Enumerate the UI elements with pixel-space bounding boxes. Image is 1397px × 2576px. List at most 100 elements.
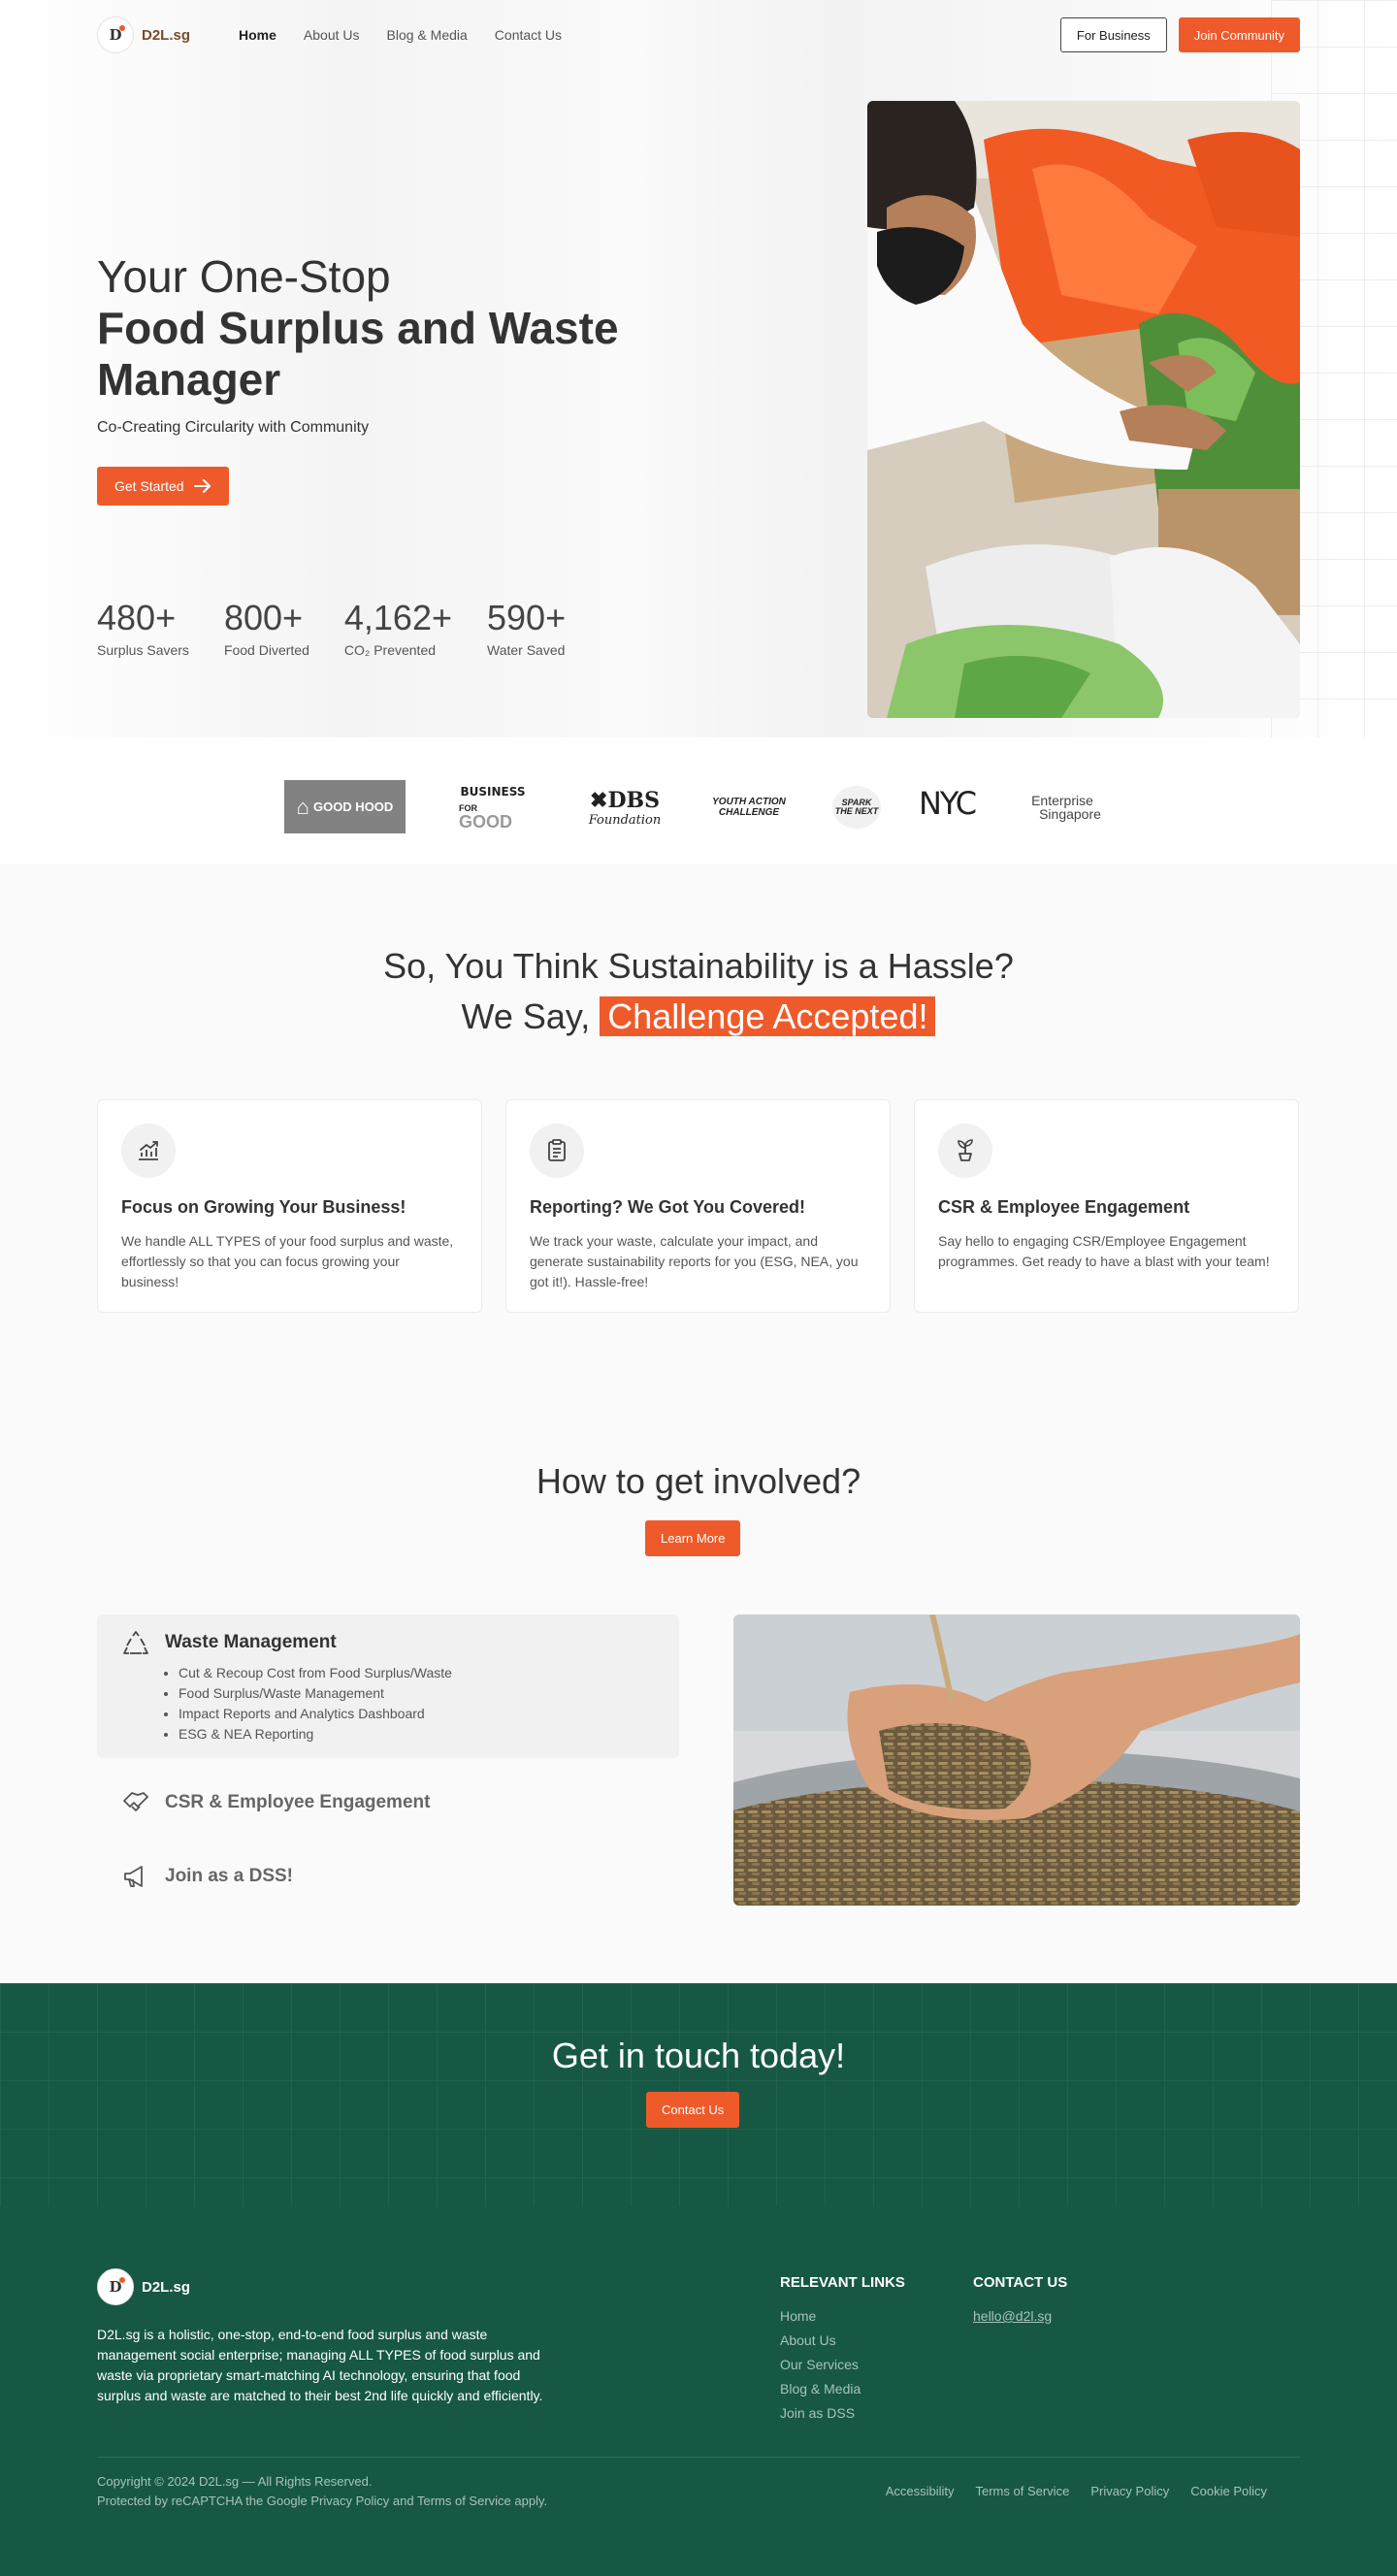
- site-footer: Get in touch today! Contact Us D D2L.sg …: [0, 1983, 1397, 2576]
- challenge-text: CHALLENGE: [718, 807, 780, 818]
- benefit-card: Focus on Growing Your Business! We handl…: [97, 1099, 482, 1313]
- learn-more-button[interactable]: Learn More: [645, 1520, 741, 1556]
- for-business-button[interactable]: For Business: [1059, 17, 1167, 52]
- get-in-touch-heading: Get in touch today!: [551, 2036, 846, 2075]
- footer-link-about[interactable]: About Us: [780, 2329, 905, 2353]
- stat-surplus-savers: 480+ Surplus Savers: [97, 598, 189, 658]
- involved-heading: How to get involved?: [536, 1461, 861, 1501]
- stat-value: 800+: [223, 598, 304, 637]
- legal-link-terms[interactable]: Terms of Service: [976, 2484, 1070, 2498]
- legal-link-cookie[interactable]: Cookie Policy: [1190, 2484, 1267, 2498]
- enterprise-text: Enterprise: [1031, 793, 1093, 808]
- arrow-right-icon: [193, 479, 211, 493]
- nyc-text: NYC: [918, 785, 977, 822]
- footer-logo[interactable]: D D2L.sg: [97, 2268, 190, 2305]
- involvement-title: Join as a DSS!: [165, 1866, 293, 1886]
- relevant-links-column: RELEVANT LINKS Home About Us Our Service…: [780, 2274, 905, 2426]
- challenge-prefix: We Say,: [461, 996, 591, 1036]
- card-description: We handle ALL TYPES of your food surplus…: [121, 1233, 454, 1289]
- stat-label: Water Saved: [487, 642, 566, 658]
- challenge-line2: We Say, Challenge Accepted!: [0, 992, 1397, 1042]
- good-text: GOOD: [459, 811, 513, 831]
- legal-link-privacy[interactable]: Privacy Policy: [1090, 2484, 1169, 2498]
- get-started-label: Get Started: [114, 478, 184, 494]
- legal-link-accessibility[interactable]: Accessibility: [886, 2484, 955, 2498]
- footer-copyright: Copyright © 2024 D2L.sg — All Rights Res…: [97, 2472, 547, 2511]
- partner-logo-goodhood: ⌂ GOOD HOOD: [284, 780, 406, 833]
- get-started-button[interactable]: Get Started: [97, 467, 229, 505]
- contact-column: CONTACT US hello@d2l.sg: [973, 2274, 1067, 2329]
- partner-logos: ⌂ GOOD HOOD BUSINESS FOR GOOD ✖DBS Founda…: [0, 747, 1397, 864]
- card-description: Say hello to engaging CSR/Employee Engag…: [938, 1233, 1270, 1269]
- stat-co2-prevented: 4,162+ CO₂ Prevented: [344, 598, 452, 658]
- bullet-item: ESG & NEA Reporting: [179, 1724, 452, 1745]
- footer-logo-text: D2L.sg: [142, 2278, 191, 2296]
- footer-description: D2L.sg is a holistic, one-stop, end-to-e…: [97, 2327, 543, 2403]
- challenge-highlight: Challenge Accepted!: [600, 996, 936, 1036]
- hero-title-line1: Your One-Stop: [97, 251, 391, 302]
- nav-link-contact[interactable]: Contact Us: [495, 27, 562, 43]
- partner-logo-nyc: NYC: [912, 776, 982, 831]
- involvement-item-csr[interactable]: CSR & Employee Engagement: [97, 1787, 679, 1818]
- relevant-links-title: RELEVANT LINKS: [780, 2274, 905, 2291]
- recaptcha-text: Protected by reCAPTCHA the Google Privac…: [97, 2494, 548, 2508]
- hero-title-line3: Manager: [97, 354, 281, 405]
- footer-link-services[interactable]: Our Services: [780, 2353, 905, 2377]
- clipboard-icon: [530, 1124, 584, 1178]
- nav-link-blog[interactable]: Blog & Media: [387, 27, 468, 43]
- compost-pellets-photo: [733, 1614, 1300, 1906]
- megaphone-icon: [124, 1866, 143, 1887]
- involvement-options: Waste Management Cut & Recoup Cost from …: [97, 1614, 679, 1892]
- logo-mark: D: [97, 16, 134, 53]
- stat-label: Surplus Savers: [97, 642, 189, 658]
- site-logo[interactable]: D D2L.sg: [97, 16, 190, 53]
- top-navigation: D D2L.sg Home About Us Blog & Media Cont…: [97, 16, 1300, 54]
- hero-headline: Your One-Stop Food Surplus and Waste Man…: [97, 250, 698, 437]
- logo-mark: D: [97, 2268, 134, 2305]
- nav-link-home[interactable]: Home: [239, 27, 276, 43]
- footer-divider: [97, 2457, 1300, 2458]
- card-title: Focus on Growing Your Business!: [121, 1197, 406, 1217]
- partner-logo-youth-action-challenge: YOUTH ACTION CHALLENGE: [708, 792, 790, 823]
- benefit-card: Reporting? We Got You Covered! We track …: [505, 1099, 891, 1313]
- business-text: BUSINESS: [460, 784, 526, 799]
- involvement-item-join-dss[interactable]: Join as a DSS!: [97, 1861, 679, 1892]
- footer-link-blog[interactable]: Blog & Media: [780, 2377, 905, 2401]
- hero-photo-volunteers: [867, 101, 1300, 718]
- partner-logo-dbs-foundation: ✖DBS Foundation: [586, 782, 664, 832]
- involvement-title: Waste Management: [165, 1632, 337, 1652]
- card-description: We track your waste, calculate your impa…: [530, 1233, 859, 1289]
- impact-stats: 480+ Surplus Savers 800+ Food Diverted 4…: [97, 598, 566, 658]
- challenge-line1: So, You Think Sustainability is a Hassle…: [383, 946, 1014, 986]
- contact-us-button[interactable]: Contact Us: [646, 2092, 740, 2128]
- stat-value: 590+: [487, 598, 567, 637]
- stat-label: Food Diverted: [223, 642, 309, 658]
- partner-logo-business-for-good: BUSINESS FOR GOOD: [459, 778, 527, 834]
- recycle-icon: [123, 1631, 148, 1654]
- stat-water-saved: 590+ Water Saved: [487, 598, 566, 658]
- contact-title: CONTACT US: [973, 2274, 1068, 2291]
- dbs-word: DBS: [607, 787, 660, 813]
- for-good-text: FOR GOOD: [459, 799, 527, 831]
- growth-chart-icon: [121, 1124, 176, 1178]
- footer-legal-links: Accessibility Terms of Service Privacy P…: [886, 2484, 1267, 2498]
- footer-link-home[interactable]: Home: [780, 2304, 905, 2329]
- stat-label: CO₂ Prevented: [343, 642, 437, 658]
- benefit-card: CSR & Employee Engagement Say hello to e…: [914, 1099, 1299, 1313]
- footer-email-link[interactable]: hello@d2l.sg: [973, 2304, 1067, 2329]
- involvement-title: CSR & Employee Engagement: [165, 1792, 431, 1812]
- involvement-bullets: Cut & Recoup Cost from Food Surplus/Wast…: [165, 1663, 452, 1745]
- challenge-heading: So, You Think Sustainability is a Hassle…: [0, 941, 1397, 1042]
- bullet-item: Impact Reports and Analytics Dashboard: [179, 1704, 452, 1724]
- stat-food-diverted: 800+ Food Diverted: [224, 598, 309, 658]
- nav-link-about[interactable]: About Us: [304, 27, 360, 43]
- benefit-cards: Focus on Growing Your Business! We handl…: [97, 1099, 1300, 1313]
- involvement-item-waste-management[interactable]: Waste Management Cut & Recoup Cost from …: [97, 1614, 679, 1758]
- join-community-button[interactable]: Join Community: [1178, 17, 1300, 52]
- footer-link-join-dss[interactable]: Join as DSS: [780, 2401, 905, 2426]
- singapore-text: Singapore: [1039, 806, 1101, 822]
- bullet-item: Food Surplus/Waste Management: [179, 1683, 452, 1704]
- plant-pot-icon: [938, 1124, 992, 1178]
- partner-logo-enterprise-singapore: Enterprise Singapore: [1019, 790, 1106, 825]
- stat-value: 4,162+: [343, 598, 452, 637]
